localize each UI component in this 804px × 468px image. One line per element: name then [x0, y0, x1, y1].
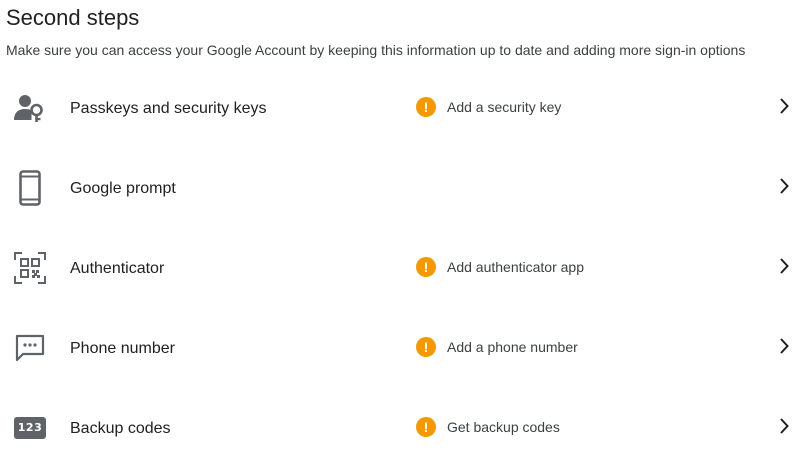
passkey-icon: [14, 90, 46, 126]
status-text: Add a security key: [447, 99, 562, 115]
warning-icon: !: [416, 97, 436, 117]
row-status: ! Add a security key: [416, 96, 561, 118]
row-backup-codes[interactable]: 123 Backup codes ! Get backup codes: [0, 388, 804, 468]
row-label: Phone number: [70, 340, 175, 357]
backup-codes-badge: 123: [14, 417, 46, 439]
chevron-right-icon: [776, 176, 792, 196]
section-title: Second steps: [6, 5, 140, 30]
status-text: Add authenticator app: [447, 259, 584, 275]
section-subtitle: Make sure you can access your Google Acc…: [6, 42, 746, 58]
row-status: ! Add a phone number: [416, 336, 578, 358]
status-text: Get backup codes: [447, 419, 560, 435]
row-phone-number[interactable]: Phone number ! Add a phone number: [0, 308, 804, 388]
warning-icon: !: [416, 257, 436, 277]
row-status: ! Get backup codes: [416, 416, 560, 438]
chevron-right-icon: [776, 96, 792, 116]
row-status: ! Add authenticator app: [416, 256, 584, 278]
row-passkeys-security-keys[interactable]: Passkeys and security keys ! Add a secur…: [0, 68, 804, 148]
message-icon: [14, 330, 46, 366]
row-label: Google prompt: [70, 180, 176, 197]
warning-icon: !: [416, 417, 436, 437]
chevron-right-icon: [776, 336, 792, 356]
row-google-prompt[interactable]: Google prompt: [0, 148, 804, 228]
chevron-right-icon: [776, 416, 792, 436]
status-text: Add a phone number: [447, 339, 578, 355]
row-authenticator[interactable]: Authenticator ! Add authenticator app: [0, 228, 804, 308]
row-label: Authenticator: [70, 260, 165, 277]
qr-code-icon: [14, 250, 46, 286]
backup-codes-icon: 123: [14, 410, 46, 446]
chevron-right-icon: [776, 256, 792, 276]
row-label: Passkeys and security keys: [70, 100, 267, 117]
row-label: Backup codes: [70, 420, 171, 437]
warning-icon: !: [416, 337, 436, 357]
phone-device-icon: [14, 170, 46, 206]
sign-in-options-list: Passkeys and security keys ! Add a secur…: [0, 68, 804, 468]
